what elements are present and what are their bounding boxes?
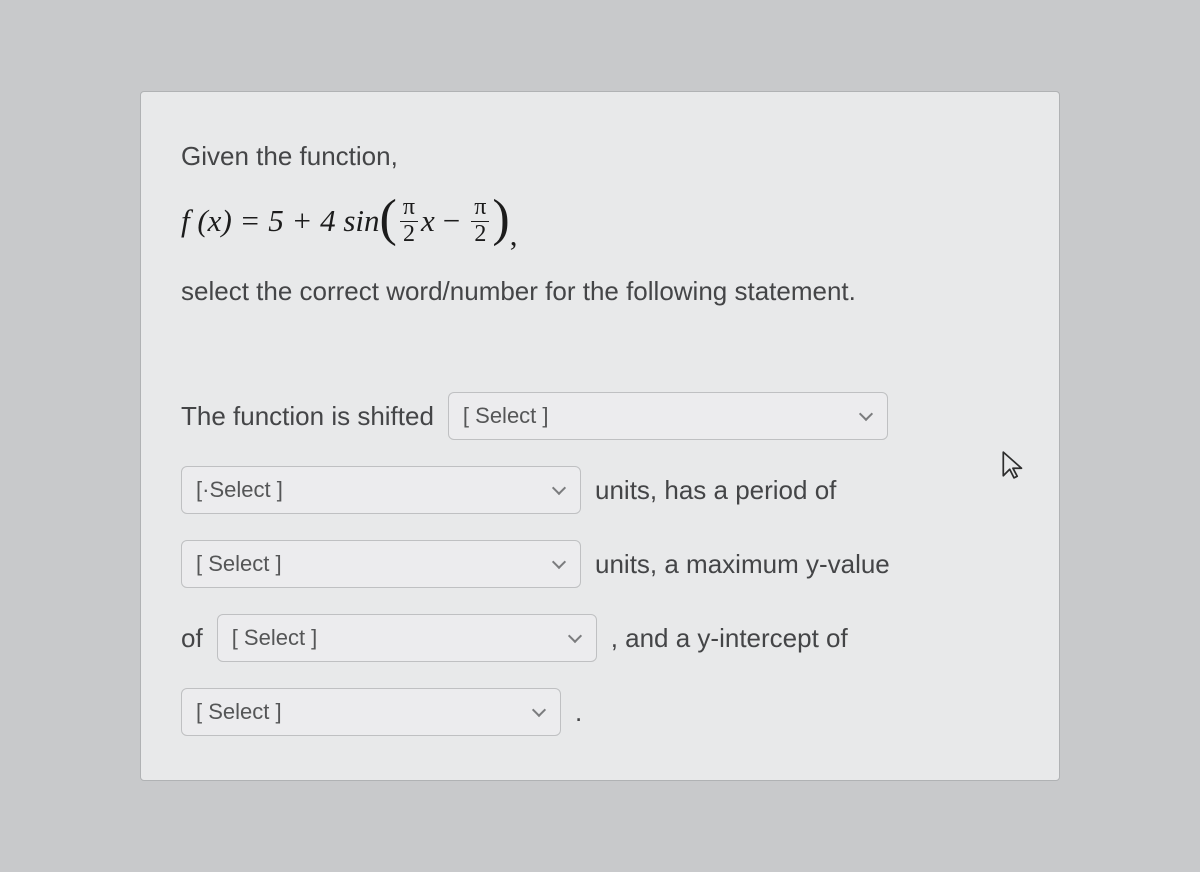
statement-row-3: [ Select ] units, a maximum y-value <box>181 540 1009 588</box>
chevron-down-icon <box>859 409 873 423</box>
statement-row-2: [·Select ] units, has a period of <box>181 466 1009 514</box>
row5-trail: . <box>575 697 582 728</box>
select-y-intercept[interactable]: [ Select ] <box>181 688 561 736</box>
cursor-icon <box>1001 450 1027 480</box>
row4-trail: , and a y-intercept of <box>611 623 848 654</box>
chevron-down-icon <box>568 631 582 645</box>
fraction-2: π 2 <box>471 195 489 246</box>
select-period-units[interactable]: [ Select ] <box>181 540 581 588</box>
select-placeholder: [·Select ] <box>196 477 283 503</box>
statement-row-5: [ Select ] . <box>181 688 1009 736</box>
select-max-y[interactable]: [ Select ] <box>217 614 597 662</box>
row4-lead: of <box>181 623 203 654</box>
statement-row-1: The function is shifted [ Select ] <box>181 392 1009 440</box>
question-card: Given the function, f (x) = 5 + 4 sin ( … <box>140 91 1060 782</box>
row3-trail: units, a maximum y-value <box>595 549 890 580</box>
open-paren: ( <box>380 198 397 240</box>
formula-var: x <box>421 203 435 239</box>
select-direction[interactable]: [ Select ] <box>448 392 888 440</box>
chevron-down-icon <box>552 483 566 497</box>
formula-lhs: f (x) = 5 + 4 sin <box>181 203 380 239</box>
select-placeholder: [ Select ] <box>232 625 318 651</box>
select-placeholder: [ Select ] <box>196 551 282 577</box>
chevron-down-icon <box>532 705 546 719</box>
select-placeholder: [ Select ] <box>196 699 282 725</box>
function-formula: f (x) = 5 + 4 sin ( π 2 x − π 2 ) , <box>181 195 1009 246</box>
description-text: select the correct word/number for the f… <box>181 271 1009 313</box>
formula-minus: − <box>443 203 460 239</box>
row1-lead: The function is shifted <box>181 401 434 432</box>
fraction-1: π 2 <box>400 195 418 246</box>
intro-text: Given the function, <box>181 136 1009 178</box>
statement-row-4: of [ Select ] , and a y-intercept of <box>181 614 1009 662</box>
chevron-down-icon <box>552 557 566 571</box>
select-shift-units[interactable]: [·Select ] <box>181 466 581 514</box>
close-paren: ) <box>492 198 509 240</box>
row2-trail: units, has a period of <box>595 475 836 506</box>
formula-comma: , <box>510 217 518 253</box>
select-placeholder: [ Select ] <box>463 403 549 429</box>
